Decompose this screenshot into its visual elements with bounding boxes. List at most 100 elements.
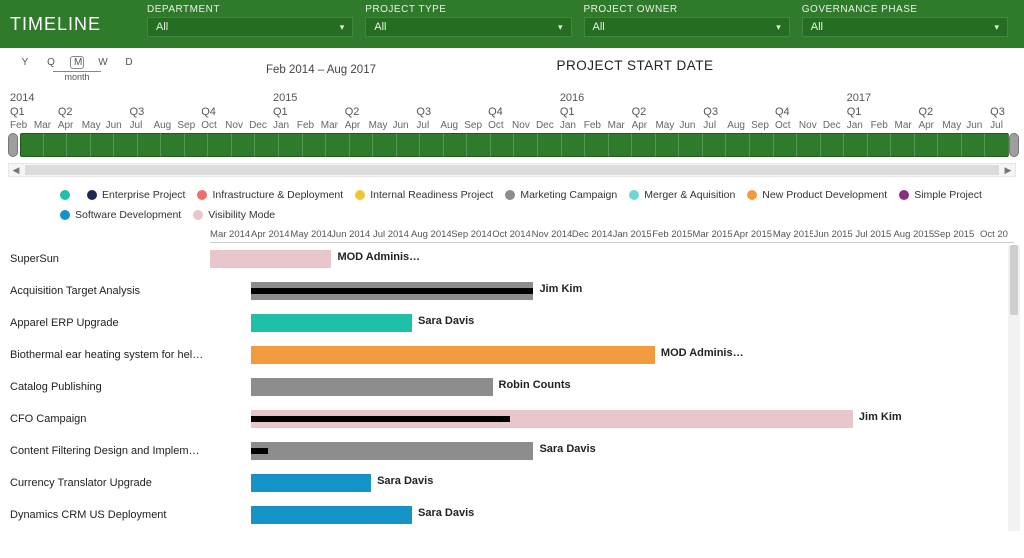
gantt-header-month: Oct 2014 bbox=[491, 229, 531, 242]
filter-project-type-select[interactable]: All▾ bbox=[365, 17, 571, 37]
scroll-right-icon[interactable]: ▶ bbox=[1001, 165, 1015, 176]
zoom-option-d[interactable]: D bbox=[122, 57, 136, 68]
gantt-row: Acquisition Target Analysis Jim Kim bbox=[10, 275, 1014, 307]
axis-month: May bbox=[369, 120, 393, 131]
gantt-header-month: Apr 2014 bbox=[250, 229, 290, 242]
scroll-thumb[interactable] bbox=[25, 165, 999, 175]
gantt-bar-owner: Sara Davis bbox=[418, 507, 474, 519]
gantt-header-month: May 2014 bbox=[290, 229, 330, 242]
zoom-caption: month bbox=[18, 72, 136, 82]
gantt-bar[interactable] bbox=[251, 474, 371, 492]
range-handle-left[interactable] bbox=[8, 133, 18, 157]
axis-month: Oct bbox=[775, 120, 799, 131]
gantt-header-month: Jun 2015 bbox=[813, 229, 853, 242]
vertical-scroll-thumb[interactable] bbox=[1010, 245, 1018, 315]
gantt-row-track: Jim Kim bbox=[210, 409, 1014, 429]
gantt-bar[interactable] bbox=[251, 442, 534, 460]
axis-month: Oct bbox=[488, 120, 512, 131]
axis-month: Mar bbox=[895, 120, 919, 131]
gantt-row-track: Sara Davis bbox=[210, 505, 1014, 525]
axis-year: 2014 bbox=[10, 92, 273, 104]
gantt-bar[interactable] bbox=[210, 250, 331, 268]
legend-label: Software Development bbox=[75, 209, 181, 221]
axis-year: 2017 bbox=[847, 92, 1014, 104]
legend-item[interactable] bbox=[60, 190, 75, 200]
gantt-header-month: Jul 2015 bbox=[853, 229, 893, 242]
legend-dot-icon bbox=[629, 190, 639, 200]
gantt-row-label: SuperSun bbox=[10, 253, 210, 265]
vertical-scrollbar[interactable] bbox=[1008, 245, 1020, 531]
axis-month: Sep bbox=[464, 120, 488, 131]
legend-item[interactable]: Software Development bbox=[60, 209, 181, 221]
legend-item[interactable]: Infrastructure & Deployment bbox=[197, 189, 343, 201]
legend-dot-icon bbox=[87, 190, 97, 200]
gantt-header-month: Sep 2014 bbox=[451, 229, 491, 242]
filter-project-type: PROJECT TYPE All▾ bbox=[365, 4, 571, 37]
axis-month: Nov bbox=[512, 120, 536, 131]
gantt-bar-owner: Sara Davis bbox=[539, 443, 595, 455]
gantt-bar-owner: MOD Adminis… bbox=[661, 347, 744, 359]
gantt-header-month: Aug 2014 bbox=[411, 229, 451, 242]
zoom-option-y[interactable]: Y bbox=[18, 57, 32, 68]
gantt-bar[interactable] bbox=[251, 314, 412, 332]
axis-quarter: Q3 bbox=[130, 106, 202, 118]
axis-month: Apr bbox=[632, 120, 656, 131]
gantt-row-track: MOD Adminis… bbox=[210, 345, 1014, 365]
legend-item[interactable]: Enterprise Project bbox=[87, 189, 185, 201]
filter-project-owner-select[interactable]: All▾ bbox=[584, 17, 790, 37]
axis-quarter: Q3 bbox=[990, 106, 1014, 118]
filter-label: GOVERNANCE PHASE bbox=[802, 4, 1008, 15]
legend-item[interactable]: Simple Project bbox=[899, 189, 982, 201]
zoom-option-m[interactable]: M bbox=[70, 56, 84, 69]
gantt-bar[interactable] bbox=[251, 346, 655, 364]
gantt-bar-owner: Jim Kim bbox=[539, 283, 582, 295]
scroll-left-icon[interactable]: ◀ bbox=[9, 165, 23, 176]
range-selector[interactable] bbox=[10, 133, 1014, 157]
horizontal-scrollbar[interactable]: ◀ ▶ bbox=[8, 163, 1016, 177]
axis-month: Feb bbox=[584, 120, 608, 131]
axis-quarter: Q1 bbox=[273, 106, 345, 118]
gantt-progress-overlay bbox=[251, 416, 510, 422]
gantt-row: Content Filtering Design and Implementa…… bbox=[10, 435, 1014, 467]
axis-title: PROJECT START DATE bbox=[376, 58, 894, 73]
filter-governance-phase-select[interactable]: All▾ bbox=[802, 17, 1008, 37]
gantt-row: Apparel ERP UpgradeSara Davis bbox=[10, 307, 1014, 339]
axis-quarter: Q2 bbox=[58, 106, 130, 118]
legend-item[interactable]: Marketing Campaign bbox=[505, 189, 617, 201]
legend-label: Internal Readiness Project bbox=[370, 189, 493, 201]
gantt-header-month: Aug 2015 bbox=[893, 229, 933, 242]
axis-quarter: Q2 bbox=[345, 106, 417, 118]
gantt-row-label: CFO Campaign bbox=[10, 413, 210, 425]
zoom-option-q[interactable]: Q bbox=[44, 57, 58, 68]
legend-item[interactable]: Internal Readiness Project bbox=[355, 189, 493, 201]
gantt-row: Biothermal ear heating system for helmet… bbox=[10, 339, 1014, 371]
filter-department-select[interactable]: All▾ bbox=[147, 17, 353, 37]
axis-month: May bbox=[655, 120, 679, 131]
range-handle-right[interactable] bbox=[1009, 133, 1019, 157]
gantt-row-track: Sara Davis bbox=[210, 473, 1014, 493]
legend: Enterprise Project Infrastructure & Deplo… bbox=[0, 185, 1024, 227]
filter-project-owner: PROJECT OWNER All▾ bbox=[584, 4, 790, 37]
axis-month: Feb bbox=[297, 120, 321, 131]
chevron-down-icon: ▾ bbox=[558, 22, 563, 33]
gantt-row-label: Acquisition Target Analysis bbox=[10, 285, 210, 297]
gantt-bar[interactable] bbox=[251, 506, 412, 524]
legend-item[interactable]: New Product Development bbox=[747, 189, 887, 201]
axis-month: Mar bbox=[321, 120, 345, 131]
legend-item[interactable]: Merger & Aquisition bbox=[629, 189, 735, 201]
zoom-option-w[interactable]: W bbox=[96, 57, 110, 68]
legend-dot-icon bbox=[60, 190, 70, 200]
axis-month: Aug bbox=[153, 120, 177, 131]
page-title: TIMELINE bbox=[10, 14, 101, 35]
zoom-row: YQMWD month Feb 2014 – Aug 2017 PROJECT … bbox=[0, 48, 1024, 86]
legend-dot-icon bbox=[193, 210, 203, 220]
scroll-track[interactable] bbox=[25, 165, 999, 175]
gantt-bar[interactable] bbox=[251, 378, 493, 396]
legend-item[interactable]: Visibility Mode bbox=[193, 209, 275, 221]
axis-quarter: Q1 bbox=[847, 106, 919, 118]
axis-month: Dec bbox=[823, 120, 847, 131]
axis-quarter: Q2 bbox=[918, 106, 990, 118]
filter-governance-phase: GOVERNANCE PHASE All▾ bbox=[802, 4, 1008, 37]
axis-month: Jul bbox=[990, 120, 1014, 131]
gantt-row-label: Dynamics CRM US Deployment bbox=[10, 509, 210, 521]
